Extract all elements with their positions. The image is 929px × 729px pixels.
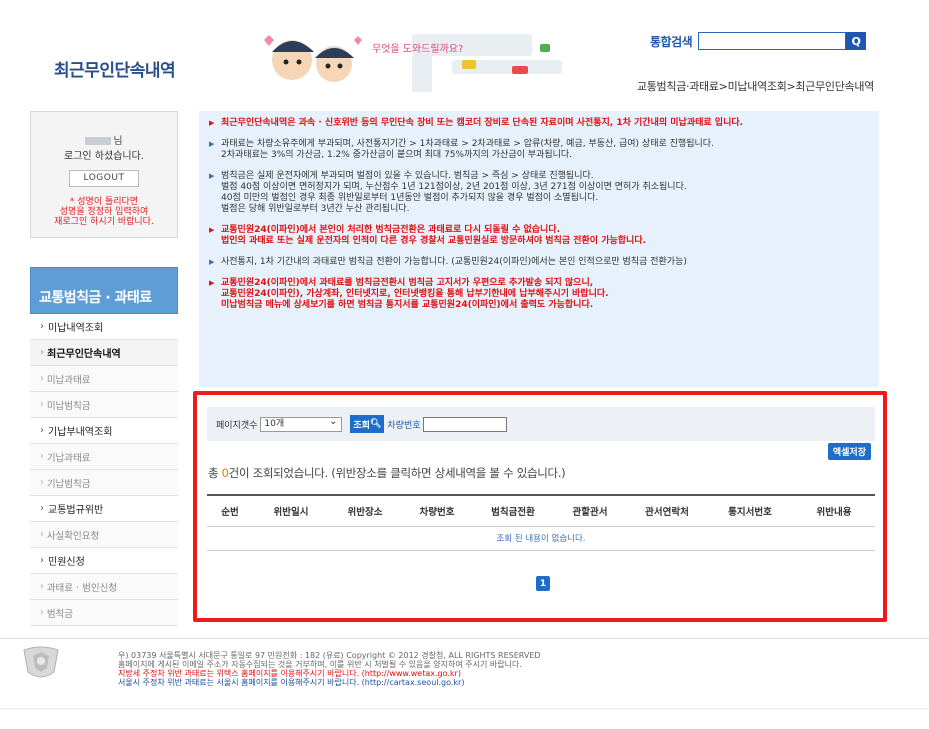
column-header: 차량번호 <box>419 507 455 518</box>
page-size-select[interactable]: 10개 <box>260 415 343 432</box>
breadcrumb: 교통범칙금·과태료>미납내역조회>최근무인단속내역 <box>636 80 874 93</box>
notice-item: 과태료는 차량소유주에게 부과되며, 사전통지기간 > 1차과태료 > 2차과태… <box>209 139 869 161</box>
page-size-label: 페이지갯수 <box>216 420 258 431</box>
footer-bottom-divider <box>0 708 929 709</box>
search-label: 통합검색 <box>650 34 693 49</box>
notice-item: 교통민원24(이파인)에서 본인이 처리한 범칙금전환은 과태료로 다시 되돌릴… <box>209 225 869 247</box>
notice-item: 교통민원24(이파인)에서 과태료를 범칙금전환시 범칙금 고지서가 우편으로 … <box>209 278 869 311</box>
search-icon: 🔍︎ <box>369 419 382 429</box>
user-name-redacted <box>85 137 112 145</box>
login-user-name: 님 <box>31 132 177 147</box>
login-message: 로그인 하셨습니다. <box>64 151 144 162</box>
notice-item: 최근무인단속내역은 과속 · 신호위반 등의 무인단속 장비 또는 캠코더 장비… <box>209 118 869 129</box>
sidebar-item-recent-enforcement[interactable]: 최근무인단속내역 <box>30 340 178 366</box>
sidebar-item-fine-corporate[interactable]: 과태료 · 범인신청 <box>30 574 178 600</box>
sidebar-item-paid-fines[interactable]: 기납과태료 <box>30 444 178 470</box>
login-box: 님 로그인 하셨습니다. LOGOUT * 성명이 틀리다면 성명을 정정하 입… <box>30 111 178 238</box>
table-header: 순번 위반일시 위반장소 차량번호 범칙금전환 관할관서 관서연락처 통지서번호… <box>207 494 875 527</box>
sidebar-item-unpaid-fines[interactable]: 미납과태료 <box>30 366 178 392</box>
notice-item: 사전통지, 1차 기간내의 과태료만 범칙금 전환이 가능합니다. (교통민원2… <box>209 257 869 268</box>
search-input[interactable] <box>698 32 847 50</box>
integrated-search: 통합검색 Q <box>650 32 867 50</box>
plate-number-label: 차량번호 <box>387 420 421 431</box>
column-header: 위반내용 <box>816 507 852 518</box>
column-header: 위반일시 <box>273 507 309 518</box>
sidebar-item-violations[interactable]: 교통법규위반 <box>30 496 178 522</box>
column-header: 순번 <box>221 507 239 518</box>
wetax-link[interactable]: 지방세 주정차 위반 과태료는 위택스 홈페이지를 이용해주시기 바랍니다. (… <box>118 669 541 678</box>
column-header: 관할관서 <box>572 507 608 518</box>
sidebar-item-petition[interactable]: 민원신청 <box>30 548 178 574</box>
logout-button[interactable]: LOGOUT <box>69 170 139 187</box>
results-panel: 페이지갯수 10개 조회🔍︎ 차량번호 엑셀저장 총 0건이 조회되었습니다. … <box>193 391 887 622</box>
sidebar-item-paid[interactable]: 기납부내역조회 <box>30 418 178 444</box>
police-emblem-logo <box>23 646 59 678</box>
login-warning: * 성명이 틀리다면 성명을 정정하 입력하여 재로그인 하시기 바랍니다. <box>54 197 154 227</box>
sidebar-item-penalty[interactable]: 범칙금 <box>30 600 178 626</box>
page-title: 최근무인단속내역 <box>54 61 176 81</box>
filter-bar: 페이지갯수 10개 조회🔍︎ 차량번호 <box>207 407 875 441</box>
sidebar-nav: 교통범칙금 · 과태료 미납내역조회 최근무인단속내역 미납과태료 미납범칙금 … <box>30 267 178 626</box>
plate-number-input[interactable] <box>422 416 507 432</box>
column-header: 범칙금전환 <box>491 507 535 518</box>
sidebar-item-paid-penalties[interactable]: 기납범칙금 <box>30 470 178 496</box>
search-button[interactable]: Q <box>846 32 867 50</box>
seoul-cartax-link[interactable]: 서울시 주정차 위반 과태료는 서울시 홈페이지를 이용해주시기 바랍니다. (… <box>118 678 541 687</box>
page-number-button[interactable]: 1 <box>536 576 550 591</box>
column-header: 통지서번호 <box>728 507 772 518</box>
sidebar-item-unpaid-penalties[interactable]: 미납범칙금 <box>30 392 178 418</box>
notice-item: 범칙금은 실제 운전자에게 부과되며 벌점이 있을 수 있습니다. 범칙금 > … <box>209 171 869 215</box>
sidebar-heading: 교통범칙금 · 과태료 <box>30 267 178 314</box>
query-button[interactable]: 조회 🔍︎ <box>350 415 385 433</box>
column-header: 관서연락처 <box>645 507 689 518</box>
footer-text: 우) 03739 서울특별시 서대문구 통일로 97 민원전화 : 182 (유… <box>118 651 541 687</box>
banner-text: 무엇을 도와드릴까요? <box>372 42 463 55</box>
banner-illustration: 무엇을 도와드릴까요? <box>264 34 562 92</box>
column-header: 위반장소 <box>347 507 383 518</box>
sidebar-item-fact-check[interactable]: 사실확인요청 <box>30 522 178 548</box>
empty-result-row: 조회 된 내용이 없습니다. <box>207 527 875 551</box>
sidebar-item-unpaid[interactable]: 미납내역조회 <box>30 314 178 340</box>
footer-divider <box>0 638 929 639</box>
excel-export-button[interactable]: 엑셀저장 <box>827 443 871 460</box>
result-count: 총 0건이 조회되었습니다. (위반장소를 클릭하면 상세내역을 볼 수 있습니… <box>208 466 566 480</box>
info-notice: 최근무인단속내역은 과속 · 신호위반 등의 무인단속 장비 또는 캠코더 장비… <box>199 111 879 387</box>
result-count-number: 0 <box>221 466 229 480</box>
search-icon: Q <box>851 34 861 48</box>
